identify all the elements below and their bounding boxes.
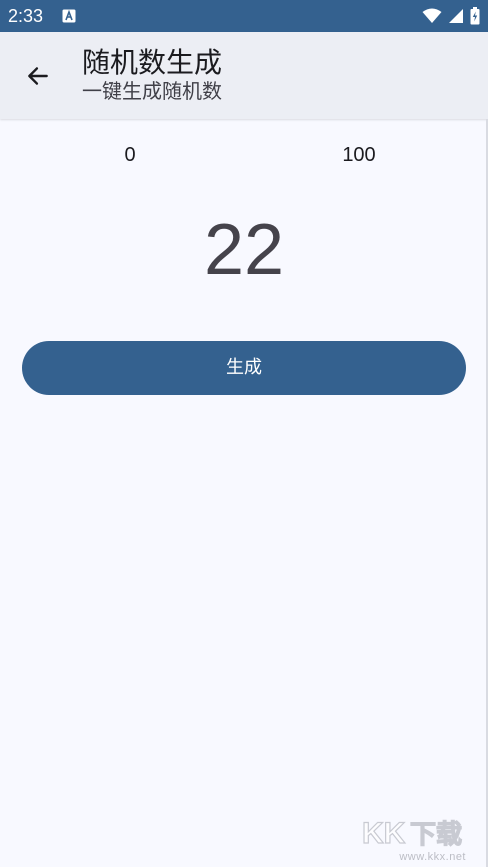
status-time: 2:33 — [8, 6, 44, 26]
back-button[interactable] — [20, 56, 56, 96]
range-min-value[interactable]: 0 — [110, 142, 150, 168]
signal-icon — [449, 9, 463, 23]
random-result: 22 — [203, 210, 285, 290]
arrow-left-icon — [28, 67, 48, 85]
app-bar: 随机数生成 一键生成随机数 — [0, 32, 488, 119]
watermark-url: www.kkx.net — [399, 851, 466, 863]
status-bar: 2:33 — [0, 0, 488, 32]
range-max-value[interactable]: 100 — [329, 142, 389, 168]
page-subtitle: 一键生成随机数 — [82, 79, 222, 103]
watermark-logo: KK 下载 — [362, 816, 463, 849]
text-a-icon — [62, 9, 76, 23]
svg-text:下载: 下载 — [410, 820, 462, 849]
svg-text:KK: KK — [362, 817, 406, 849]
watermark: KK 下载 www.kkx.net — [362, 813, 466, 863]
battery-charging-icon — [470, 7, 480, 25]
wifi-icon — [422, 8, 442, 23]
status-icons — [422, 6, 480, 26]
page-title: 随机数生成 — [82, 46, 223, 79]
generate-button[interactable]: 生成 — [22, 341, 466, 395]
